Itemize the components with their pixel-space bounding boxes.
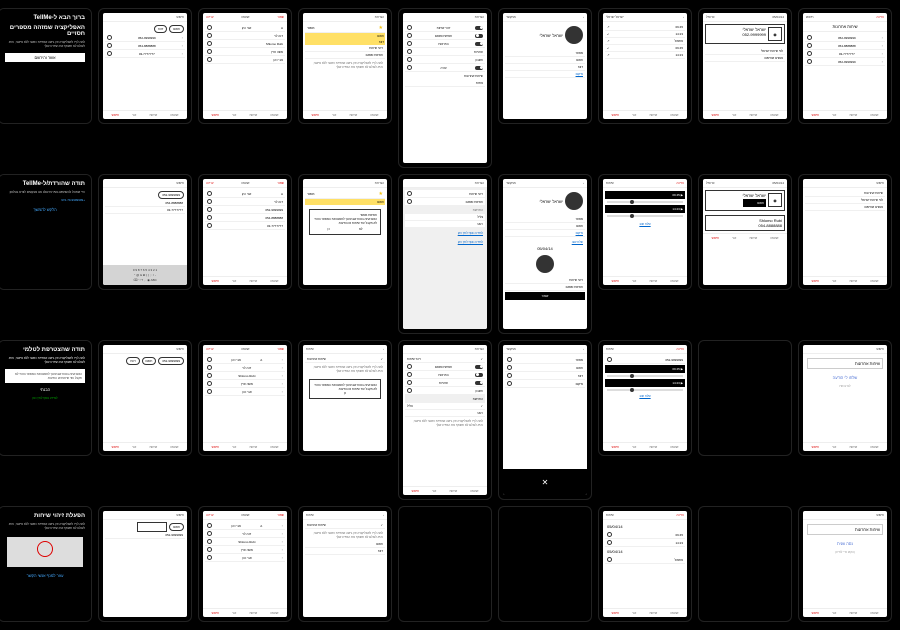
search-input[interactable] bbox=[137, 522, 167, 532]
phone-sliders: עריכהשיחות052-9999999▶ 09:45▶ 14:23שלח ש… bbox=[598, 340, 692, 456]
slider[interactable] bbox=[607, 201, 683, 203]
phone-profile-avatar: ‹מתקשרישראל ישראלימספרחסוםדווחמיקום bbox=[498, 8, 592, 124]
phone-toggles-2: הגדרות✓זיהוי שיחותחסימת ספאםהתראותפרטיות… bbox=[398, 340, 492, 500]
thanks-title: תודה שהורדת/ל-TellMe bbox=[5, 181, 85, 187]
welcome-title: ברוך הבא ל-TellMe bbox=[5, 15, 85, 21]
tooltip: חסום bbox=[743, 199, 766, 207]
phone-empty-4 bbox=[398, 506, 492, 622]
phone-check-detail: ‹שיחות✓שיחות אחרונותלמה לך? לאפליקציה אי… bbox=[298, 506, 392, 622]
phone-welcome: ברוך הבא ל-TellMeהאפליקציה שמזהה מספרים … bbox=[0, 8, 92, 124]
phone-help-pills: חיפוש052-9999999חסוםדווחאנשיםשיחותאניחיפ… bbox=[98, 340, 192, 456]
phone-quick-actions: חיפושחסוםדווח‹052-9999999‹054-8888888‹03… bbox=[98, 8, 192, 124]
phone-thanks: תודה שהורדת/ל-TellMeכדי שתוכל להשתמש בשי… bbox=[0, 174, 92, 290]
profile-box[interactable]: ◉ישראל ישראלי052-9999999 bbox=[705, 24, 785, 44]
list-item[interactable]: ‹052-9999999 bbox=[805, 34, 885, 42]
phone-check-list: ‹שיחות✓שיחות אחרונותלמה לך? לאפליקציה אי… bbox=[298, 340, 392, 456]
phone-starred: הגדרות★מספרחסוםדווחזיהוי שיחותחסימת ספאם… bbox=[298, 8, 392, 124]
phone-contacts-2: שמוראנשיםעריכהAאבי כהןדנה לוי052-9999999… bbox=[198, 174, 292, 290]
keyboard[interactable]: 1 2 3 4 5 6 7 8 9 0- / : ; ( ) ₪ & @ "AB… bbox=[103, 265, 187, 285]
back-icon[interactable]: ‹ bbox=[683, 15, 684, 19]
phone-empty-2 bbox=[698, 506, 792, 622]
avatar-placeholder: ◉ bbox=[768, 27, 782, 41]
toggle[interactable] bbox=[475, 26, 483, 30]
phone-message: חיפוששיחות אחרונותשלחו לי הודעהלא עכשיוא… bbox=[798, 340, 892, 456]
star-icon: ★ bbox=[379, 25, 383, 31]
close-icon[interactable]: ✕ bbox=[538, 475, 552, 489]
phone-contacts-4: שמוראנשיםעריכה‹Aאבי כהן‹דנה לוי‹Shlomo R… bbox=[198, 506, 292, 622]
modal: חסימת מספרהאם אתה בטוח שברצונך לחסום את … bbox=[309, 209, 381, 235]
phone-pills-input: חיפושחסום052-9999999 bbox=[98, 506, 192, 622]
message-title: שלחו לי הודעה bbox=[805, 371, 885, 384]
phone-profile-card: 05/04/14פרופיל◉ישראל ישראלי052-9999999לפ… bbox=[698, 8, 792, 124]
phone-search-list: עריכהחיפוששיחות אחרונות‹052-9999999‹054-… bbox=[798, 8, 892, 124]
confirm-button[interactable]: אשר והירשם bbox=[5, 53, 85, 62]
phone-empty-3 bbox=[498, 506, 592, 622]
phone-retry: חיפוששיחות אחרונותנסה שנית(הקש כדי לחייג… bbox=[798, 506, 892, 622]
phone-joined: תודה שהצטרפת לטלמילמה לך? לאפליקציה אין … bbox=[0, 340, 92, 456]
phone-player: עריכהשיחות▶ 09:45▶ 14:23שלח שובאנשיםשיחו… bbox=[598, 174, 692, 290]
phone-settings-full: הגדרותזיהוי שיחותחסימת ספאםהתראותצלילרטט… bbox=[398, 174, 492, 334]
phone-profile-popup: 05/04/14פרופיל◉ישראל ישראליחסוםShlomo Ru… bbox=[698, 174, 792, 290]
wireframe-grid: עריכהחיפוששיחות אחרונות‹052-9999999‹054-… bbox=[0, 0, 900, 630]
phone-empty bbox=[698, 340, 792, 456]
avatar bbox=[565, 26, 583, 44]
phone-dates: עריכהשיחות05/04/1409:4514:2305/04/14אתמו… bbox=[598, 506, 692, 622]
phone-profile-edit: ‹מתקשרישראל ישראלימספרחסוםמיקוםשלח שוב05… bbox=[498, 174, 592, 334]
phone-keyboard: חיפוש052-9999999054-888888803-77777771 2… bbox=[98, 174, 192, 290]
phone-activate: הפעלת זיהוי שיחותלמה לך? לאפליקציה אין ג… bbox=[0, 506, 92, 622]
phone-settings-toggles: הגדרותזיהוי שיחותחסימת ספאםהתראותפרטיותח… bbox=[398, 8, 492, 168]
phone-call-log: ‹ישראל ישראלי09:45↗14:23↙אתמול↗09:45↙14:… bbox=[598, 8, 692, 124]
phone-modal-confirm: הגדרות★מספרחסוםחסימת מספרהאם אתה בטוח שב… bbox=[298, 174, 392, 290]
pill-button[interactable]: חסום bbox=[169, 25, 184, 33]
highlight-circle bbox=[37, 541, 53, 557]
phone-close-x: ‹מתקשרמספרחסוםדווחמיקום✕ bbox=[498, 340, 592, 500]
illustration bbox=[7, 537, 83, 567]
phone-contacts-az: שמוראנשיםעריכהAאבי כהןדנה לויShlomo Rubi… bbox=[198, 8, 292, 124]
phone-empty-search: חיפוששיחות אחרונותלפי שיחות ישראליאנשים … bbox=[798, 174, 892, 290]
phone-contacts-3: שמוראנשיםעריכה‹Aאבי כהן‹דנה לוי‹Shlomo R… bbox=[198, 340, 292, 456]
